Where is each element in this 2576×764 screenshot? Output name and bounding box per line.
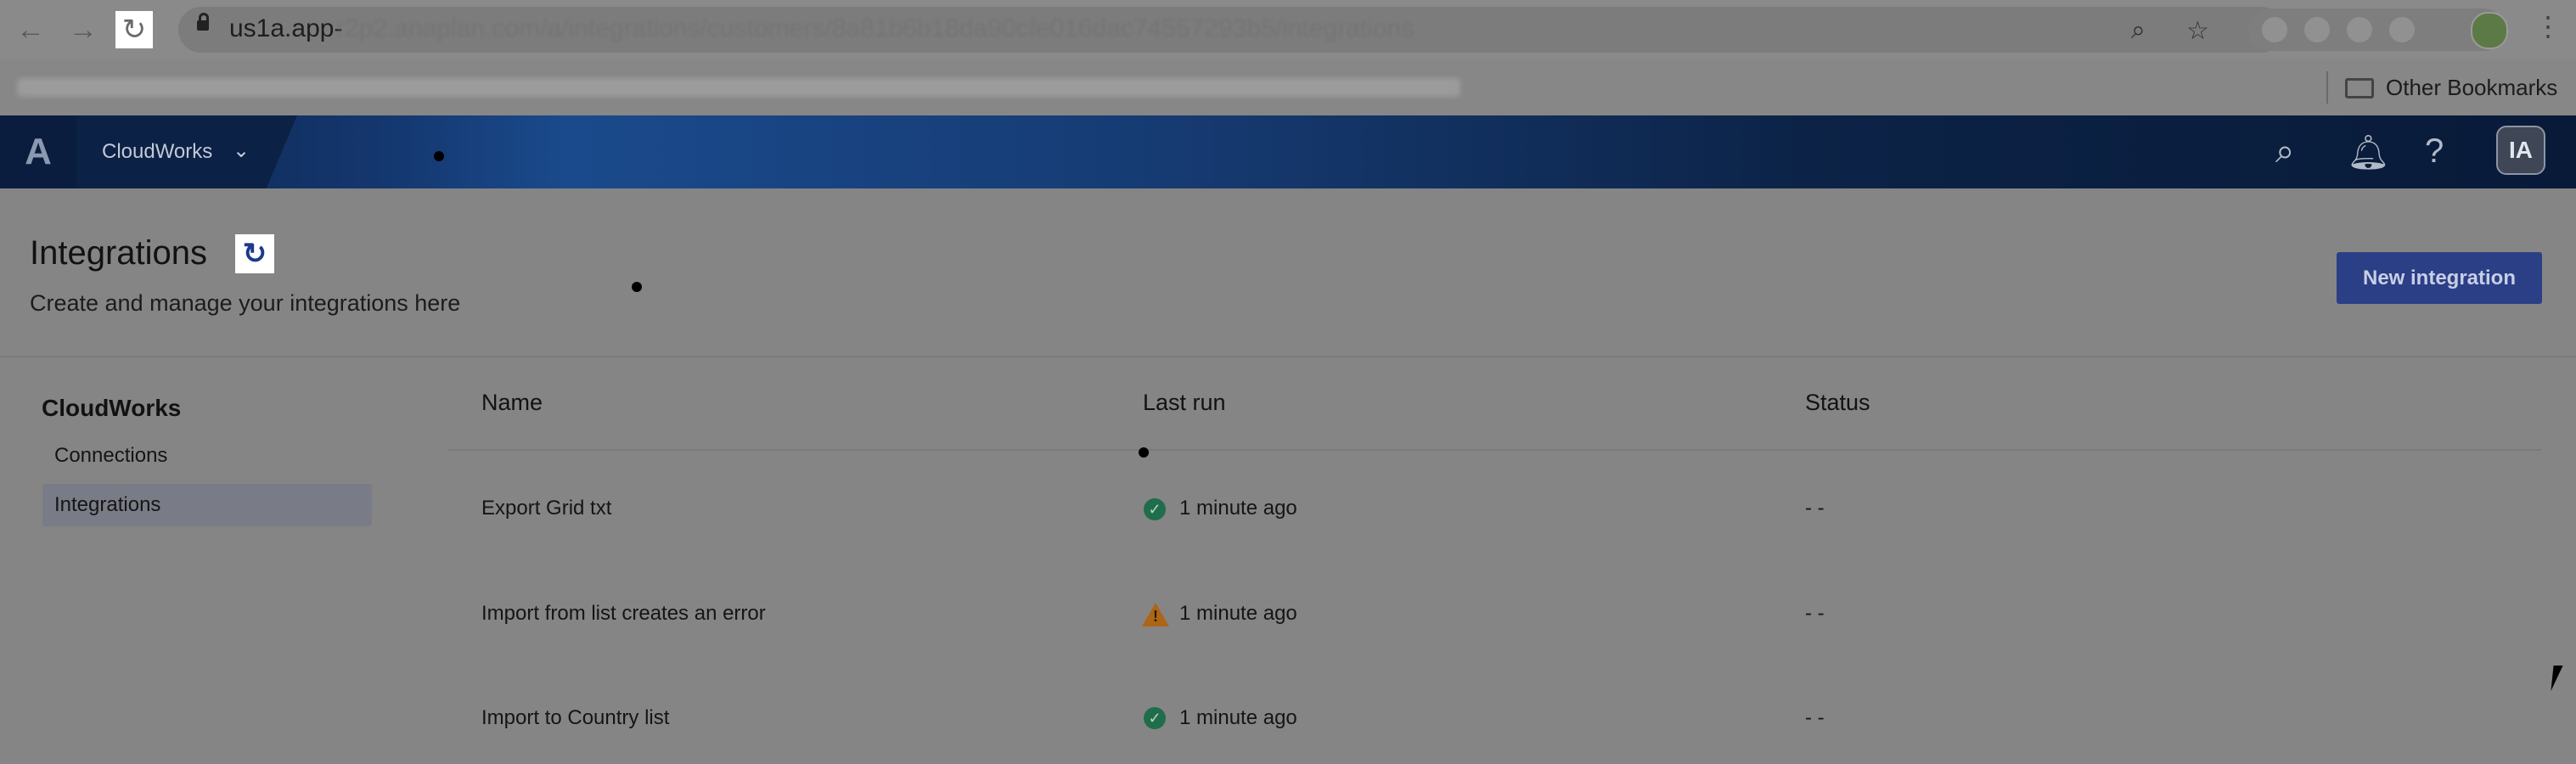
status-value: - -	[1805, 497, 1825, 520]
help-icon[interactable]: ?	[2425, 132, 2444, 171]
bell-icon[interactable]: 🔔︎	[2347, 132, 2390, 172]
sidebar-item-connections[interactable]: Connections	[42, 435, 372, 477]
page-subtitle: Create and manage your integrations here	[30, 290, 461, 316]
annotation-dot	[434, 151, 444, 161]
bookmarks-separator	[2326, 71, 2328, 104]
column-header-name[interactable]: Name	[481, 390, 543, 416]
browser-toolbar: ← → ↻ us1a.app- r2p2.anaplan.com/a/integ…	[0, 0, 2576, 59]
app-header: A CloudWorks ⌄ ⌕ 🔔︎ ? IA	[0, 115, 2576, 188]
lock-icon	[197, 13, 209, 31]
extension-icon[interactable]	[2389, 17, 2415, 42]
url-text-blurred: r2p2.anaplan.com/a/integrations/customer…	[336, 14, 1415, 42]
sidebar-heading: CloudWorks	[42, 395, 182, 421]
forward-arrow-icon[interactable]: →	[65, 11, 102, 48]
profile-avatar[interactable]	[2471, 12, 2508, 49]
extension-icon[interactable]	[2262, 17, 2287, 42]
app-switcher[interactable]: CloudWorks ⌄	[76, 115, 297, 188]
column-header-last-run[interactable]: Last run	[1143, 390, 1226, 416]
annotation-dot	[632, 282, 642, 292]
search-icon[interactable]: ⌕	[2275, 132, 2294, 171]
success-check-icon: ✓	[1144, 707, 1166, 729]
extension-icon[interactable]	[2304, 17, 2330, 42]
status-value: - -	[1805, 706, 1825, 729]
warning-icon: !	[1142, 603, 1169, 626]
bookmarks-bar: Other Bookmarks	[0, 59, 2576, 115]
last-run-time: 1 minute ago	[1179, 497, 1297, 520]
folder-icon	[2345, 78, 2374, 98]
bookmarks-blurred	[17, 78, 1460, 97]
refresh-icon[interactable]: ↻	[235, 234, 274, 273]
integration-name[interactable]: Export Grid txt	[481, 497, 611, 520]
reload-icon[interactable]: ↻	[115, 11, 153, 48]
anaplan-logo[interactable]: A	[0, 115, 76, 188]
last-run-time: 1 minute ago	[1179, 706, 1297, 729]
extensions-area	[2248, 8, 2505, 51]
chevron-down-icon: ⌄	[233, 139, 250, 162]
integration-name[interactable]: Import from list creates an error	[481, 602, 766, 626]
mouse-cursor	[2551, 666, 2563, 691]
address-bar[interactable]: us1a.app- r2p2.anaplan.com/a/integration…	[178, 7, 2284, 53]
sidebar-item-integrations[interactable]: Integrations	[42, 484, 372, 526]
table-header-divider	[447, 449, 2541, 451]
integration-name[interactable]: Import to Country list	[481, 706, 669, 730]
annotation-dot	[1139, 447, 1149, 458]
bookmark-star-icon[interactable]: ☆	[2186, 16, 2209, 46]
user-avatar[interactable]: IA	[2496, 126, 2545, 175]
url-text: us1a.app-	[229, 14, 343, 42]
last-run-time: 1 minute ago	[1179, 602, 1297, 625]
back-arrow-icon[interactable]: ←	[12, 11, 49, 48]
header-divider	[0, 356, 2576, 357]
logo-icon: A	[25, 131, 52, 172]
extension-icon[interactable]	[2347, 17, 2372, 42]
status-value: - -	[1805, 602, 1825, 625]
browser-menu-icon[interactable]: ⋮	[2534, 10, 2562, 42]
zoom-icon[interactable]: ⌕	[2131, 16, 2146, 45]
app-switcher-label: CloudWorks	[102, 140, 213, 163]
success-check-icon: ✓	[1144, 498, 1166, 520]
page-title: Integrations	[30, 234, 208, 272]
other-bookmarks[interactable]: Other Bookmarks	[2386, 75, 2557, 101]
column-header-status[interactable]: Status	[1805, 390, 1870, 416]
new-integration-button[interactable]: New integration	[2337, 252, 2542, 304]
